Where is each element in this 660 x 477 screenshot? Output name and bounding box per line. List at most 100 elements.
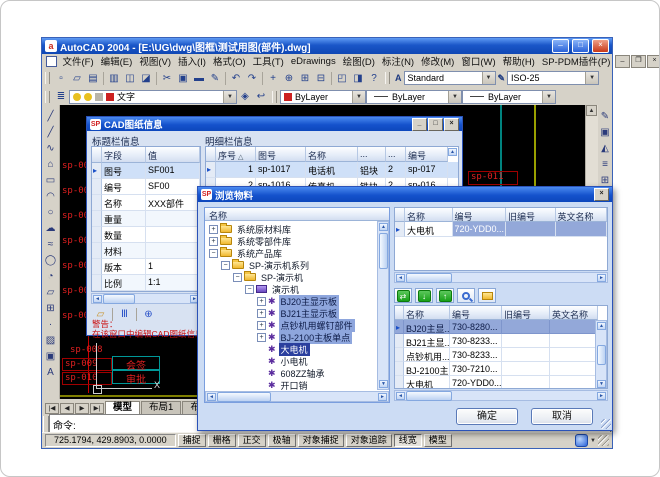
transfer-button[interactable]: ⇄ (394, 288, 412, 303)
field-cell[interactable]: 材料 (102, 243, 146, 259)
browse-folder-button[interactable] (478, 288, 496, 303)
line-button[interactable]: ╱ (43, 108, 59, 124)
column-header-english-name[interactable]: 英文名称 (550, 306, 598, 320)
name-cell[interactable]: BJ-2100主... (404, 362, 450, 376)
scroll-thumb[interactable] (406, 391, 452, 401)
tree-item[interactable]: +BJ20主显示板 (257, 295, 339, 307)
ellipse-arc-button[interactable]: ◔ (43, 268, 59, 284)
column-header-code[interactable]: 编号 (450, 306, 502, 320)
tree-item[interactable]: −演示机 (245, 283, 301, 295)
make-object-layer-current-button[interactable]: ◈ (237, 89, 253, 105)
column-header-code[interactable]: 编号 (453, 208, 506, 222)
menu-insert[interactable]: 插入(I) (174, 54, 209, 68)
column-header-name[interactable]: 名称 (404, 306, 450, 320)
resize-grip[interactable] (598, 435, 609, 446)
offset-button[interactable]: ≡ (597, 156, 613, 172)
toolbar-grip[interactable] (45, 72, 50, 84)
dialog-maximize-button[interactable]: □ (428, 118, 443, 131)
pan-button[interactable]: + (265, 70, 281, 86)
field-cell[interactable]: 版本 (102, 259, 146, 275)
code-cell[interactable]: 730-7210... (450, 362, 502, 376)
tree-item[interactable]: −SP-演示机 (233, 271, 305, 283)
old-code-cell[interactable] (502, 334, 550, 348)
dialog-close-button[interactable]: × (594, 188, 609, 201)
dialog-minimize-button[interactable]: _ (412, 118, 427, 131)
menu-help[interactable]: 帮助(H) (499, 54, 538, 68)
name-cell[interactable]: 大电机 (404, 376, 450, 389)
tree-hscrollbar[interactable]: ◄ ► (205, 391, 389, 402)
field-cell[interactable]: 重量 (102, 211, 146, 227)
scroll-thumb[interactable] (379, 233, 388, 269)
menu-sp-pdm-plugin[interactable]: SP-PDM插件(P) (538, 54, 614, 68)
column-header-code[interactable]: 编号 (406, 147, 448, 162)
mirror-button[interactable]: ◭ (597, 140, 613, 156)
materials-list-hscrollbar[interactable]: ◄ ► (394, 390, 608, 401)
save-button[interactable]: ▤ (85, 70, 101, 86)
match-properties-button[interactable]: ✎ (207, 70, 223, 86)
name-cell[interactable]: BJ20主显... (404, 320, 450, 334)
column-header-seq[interactable]: 序号 (216, 147, 256, 162)
grid-toggle[interactable]: 栅格 (208, 434, 236, 447)
maximize-button[interactable] (572, 39, 589, 53)
tree-item-selected[interactable]: 大电机 (257, 343, 310, 355)
drawing-file-icon[interactable] (46, 56, 57, 67)
polar-toggle[interactable]: 极轴 (268, 434, 296, 447)
column-header-ellipsis[interactable]: ... (386, 147, 406, 162)
old-code-cell[interactable] (502, 348, 550, 362)
prev-tab-button[interactable]: ◀ (60, 403, 74, 414)
chevron-down-icon[interactable]: ▼ (482, 72, 495, 84)
value-cell[interactable] (146, 243, 200, 259)
mtext-button[interactable]: A (43, 364, 59, 380)
rectangle-button[interactable]: ▭ (43, 172, 59, 188)
qty-cell[interactable]: 2 (386, 162, 406, 178)
layer-combo[interactable]: 文字 ▼ (69, 90, 237, 104)
zoom-window-button[interactable]: ⊞ (297, 70, 313, 86)
menu-modify[interactable]: 修改(M) (418, 54, 458, 68)
scroll-left-icon[interactable]: ◄ (93, 295, 102, 303)
menu-view[interactable]: 视图(V) (136, 54, 175, 68)
tree-item[interactable]: +点钞机用螺钉部件 (257, 319, 355, 331)
chevron-down-icon[interactable]: ▼ (352, 91, 365, 103)
english-name-cell[interactable] (550, 334, 598, 348)
value-cell[interactable]: 1:1 (146, 275, 200, 291)
selected-material-hscrollbar[interactable]: ◄ ► (394, 272, 608, 283)
material-cell[interactable]: 铝块 (358, 162, 386, 178)
plot-button[interactable]: ▥ (106, 70, 122, 86)
copy-object-button[interactable]: ▣ (597, 124, 613, 140)
tree-item[interactable]: −系统产品库 (209, 247, 284, 259)
child-restore-button[interactable] (631, 55, 646, 68)
layer-previous-button[interactable]: ↩ (253, 89, 269, 105)
tree-item[interactable]: +系统原材料库 (209, 223, 293, 235)
search-button[interactable] (457, 288, 475, 303)
last-tab-button[interactable]: ▶| (90, 403, 104, 414)
child-close-button[interactable] (647, 55, 660, 68)
minimize-button[interactable] (552, 39, 569, 53)
toolbar-grip[interactable] (272, 91, 277, 103)
english-name-cell[interactable] (550, 348, 598, 362)
dialog-resize-grip[interactable] (601, 419, 611, 429)
title-block-hscrollbar[interactable]: ◄ ► (91, 293, 201, 304)
title-bar[interactable]: a AutoCAD 2004 - [E:\UG\dwg\图框\测试用图(部件).… (42, 38, 612, 54)
code-cell[interactable]: 730-8280... (450, 320, 502, 334)
english-name-cell[interactable] (550, 376, 598, 389)
english-name-cell[interactable] (550, 320, 598, 334)
make-block-button[interactable]: ⊞ (43, 300, 59, 316)
english-name-cell[interactable] (550, 362, 598, 376)
value-cell[interactable]: SF001 (146, 163, 200, 179)
field-cell[interactable]: 编号 (102, 179, 146, 195)
polygon-button[interactable]: ⌂ (43, 156, 59, 172)
snap-toggle[interactable]: 捕捉 (178, 434, 206, 447)
column-header-english-name[interactable]: 英文名称 (556, 208, 607, 222)
undo-button[interactable]: ↶ (228, 70, 244, 86)
zoom-previous-button[interactable]: ⊟ (313, 70, 329, 86)
scroll-right-icon[interactable]: ► (597, 392, 606, 400)
designcenter-button[interactable]: ◰ (334, 70, 350, 86)
child-minimize-button[interactable] (615, 55, 630, 68)
scroll-up-icon[interactable]: ▲ (597, 322, 606, 330)
column-header-drawing-no[interactable]: 图号 (256, 147, 306, 162)
spline-button[interactable]: ≈ (43, 236, 59, 252)
cut-button[interactable]: ✂ (159, 70, 175, 86)
seq-cell[interactable]: 1 (216, 162, 256, 178)
column-header-field[interactable]: 字段 (102, 147, 146, 163)
chevron-down-icon[interactable]: ▼ (585, 72, 598, 84)
